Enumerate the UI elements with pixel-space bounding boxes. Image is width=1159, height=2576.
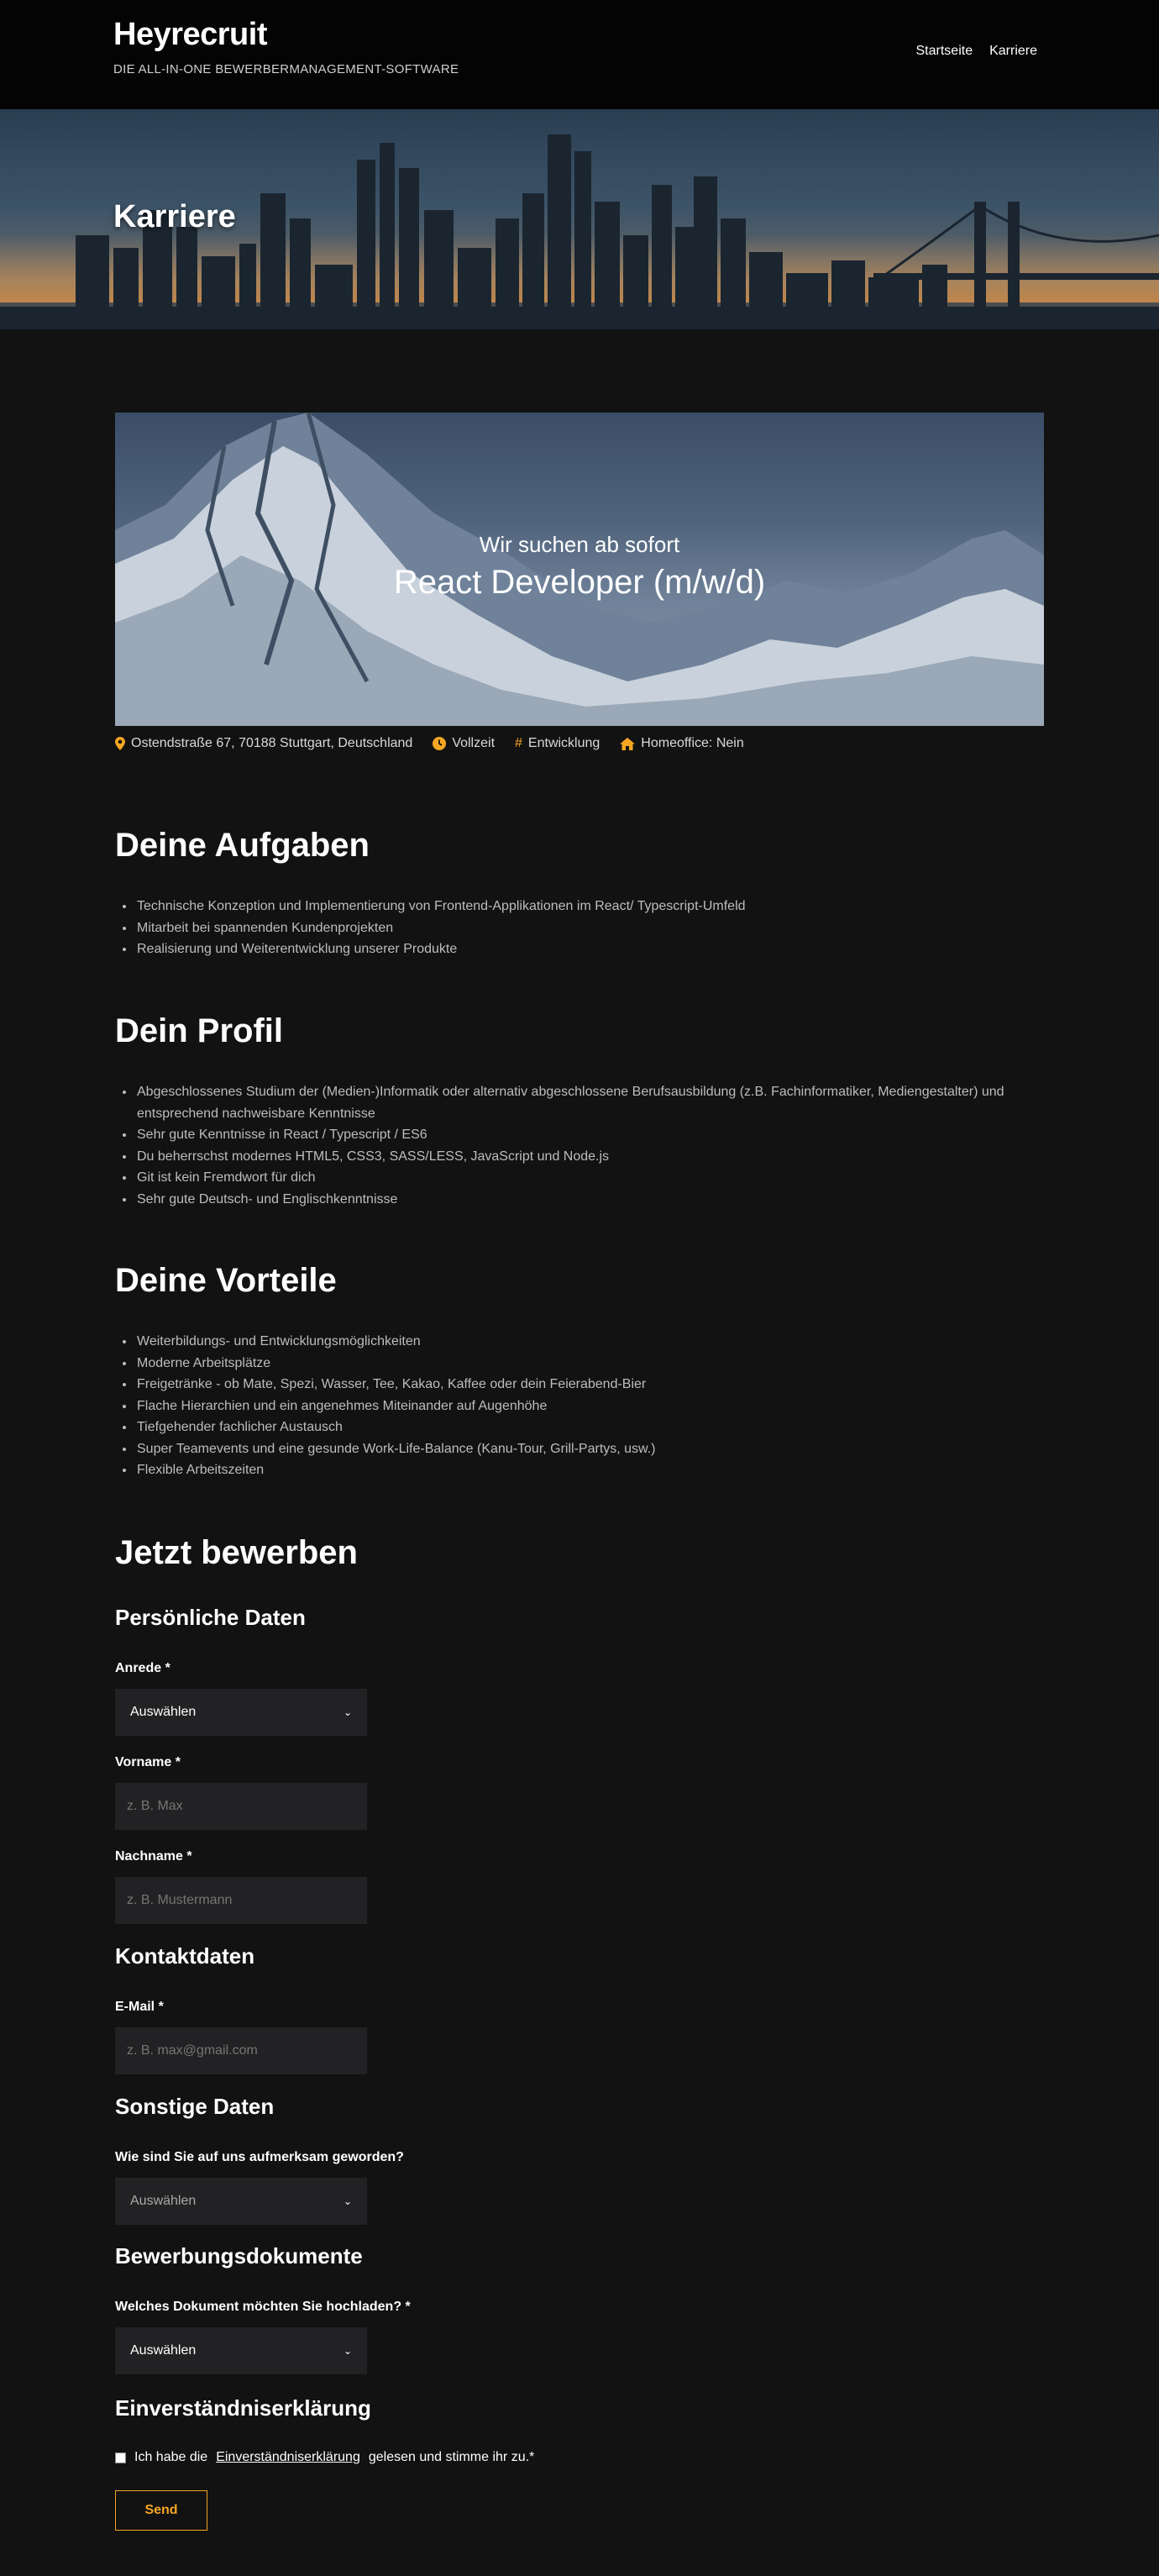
site-header: Heyrecruit DIE ALL-IN-ONE BEWERBERMANAGE… (0, 0, 1159, 109)
meta-employment-text: Vollzeit (452, 736, 496, 750)
consent-row: Ich habe die Einverständniserklärung gel… (115, 2450, 534, 2465)
meta-homeoffice: Homeoffice: Nein (620, 736, 744, 751)
site-tagline: DIE ALL-IN-ONE BEWERBERMANAGEMENT-SOFTWA… (113, 62, 459, 76)
source-label: Wie sind Sie auf uns aufmerksam geworden… (115, 2150, 404, 2164)
meta-location: Ostendstraße 67, 70188 Stuttgart, Deutsc… (115, 736, 412, 751)
list-item: Mitarbeit bei spannenden Kundenprojekten (135, 917, 1044, 939)
anrede-label: Anrede * (115, 1661, 170, 1675)
nav-karriere[interactable]: Karriere (989, 44, 1037, 59)
aufgaben-list: Technische Konzeption und Implementierun… (115, 896, 1044, 960)
nachname-label: Nachname * (115, 1849, 192, 1864)
document-value: Auswählen (130, 2343, 197, 2358)
anrede-value: Auswählen (130, 1705, 197, 1719)
chevron-down-icon: ⌄ (343, 2345, 352, 2357)
clock-icon (433, 737, 447, 750)
main-nav: Startseite Karriere (916, 44, 1038, 59)
other-data-heading: Sonstige Daten (115, 2094, 275, 2119)
list-item: Abgeschlossenes Studium der (Medien-)Inf… (135, 1081, 1031, 1124)
list-item: Super Teamevents und eine gesunde Work-L… (135, 1438, 1044, 1460)
list-item: Sehr gute Deutsch- und Englischkenntniss… (135, 1189, 1031, 1211)
meta-homeoffice-text: Homeoffice: Nein (641, 736, 744, 750)
site-logo[interactable]: Heyrecruit (113, 17, 267, 53)
document-label: Welches Dokument möchten Sie hochladen? … (115, 2300, 411, 2314)
list-item: Flache Hierarchien und ein angenehmes Mi… (135, 1396, 1044, 1417)
anrede-select[interactable]: Auswählen ⌄ (115, 1689, 367, 1736)
email-label: E-Mail * (115, 2000, 164, 2014)
vorname-label: Vorname * (115, 1755, 181, 1769)
consent-checkbox[interactable] (115, 2452, 126, 2463)
consent-suffix: gelesen und stimme ihr zu.* (368, 2450, 535, 2464)
list-item: Flexible Arbeitszeiten (135, 1459, 1044, 1481)
documents-heading: Bewerbungsdokumente (115, 2243, 363, 2268)
meta-employment: Vollzeit (433, 736, 495, 751)
hero-banner: Karriere (0, 109, 1159, 329)
meta-department-text: Entwicklung (527, 736, 600, 750)
meta-location-text: Ostendstraße 67, 70188 Stuttgart, Deutsc… (131, 736, 413, 750)
page-title: Karriere (113, 199, 236, 234)
vorname-input[interactable] (115, 1783, 367, 1830)
chevron-down-icon: ⌄ (343, 2195, 352, 2207)
banner-subtitle: Wir suchen ab sofort (479, 532, 680, 557)
source-value: Auswählen (130, 2194, 197, 2208)
list-item: Git ist kein Fremdwort für dich (135, 1167, 1031, 1189)
list-item: Moderne Arbeitsplätze (135, 1353, 1044, 1375)
send-button[interactable]: Send (115, 2490, 207, 2531)
job-title: React Developer (m/w/d) (393, 564, 766, 601)
list-item: Freigetränke - ob Mate, Spezi, Wasser, T… (135, 1374, 1044, 1396)
nav-startseite[interactable]: Startseite (916, 44, 973, 59)
email-input[interactable] (115, 2027, 367, 2074)
source-select[interactable]: Auswählen ⌄ (115, 2178, 367, 2225)
job-meta: Ostendstraße 67, 70188 Stuttgart, Deutsc… (115, 736, 744, 751)
vorteile-list: Weiterbildungs- und Entwicklungsmöglichk… (115, 1331, 1044, 1481)
contact-data-heading: Kontaktdaten (115, 1943, 255, 1969)
list-item: Du beherrschst modernes HTML5, CSS3, SAS… (135, 1146, 1031, 1168)
home-icon (620, 737, 636, 750)
job-banner: Wir suchen ab sofort React Developer (m/… (115, 413, 1044, 726)
list-item: Technische Konzeption und Implementierun… (135, 896, 1044, 917)
document-select[interactable]: Auswählen ⌄ (115, 2327, 367, 2374)
list-item: Sehr gute Kenntnisse in React / Typescri… (135, 1124, 1031, 1146)
section-title-aufgaben: Deine Aufgaben (115, 827, 370, 864)
nachname-input[interactable] (115, 1877, 367, 1924)
hash-icon: # (515, 736, 522, 750)
list-item: Weiterbildungs- und Entwicklungsmöglichk… (135, 1331, 1044, 1353)
form-title: Jetzt bewerben (115, 1534, 358, 1571)
section-title-profil: Dein Profil (115, 1012, 284, 1049)
consent-link[interactable]: Einverständniserklärung (216, 2450, 360, 2465)
map-pin-icon (115, 737, 125, 750)
section-title-vorteile: Deine Vorteile (115, 1262, 337, 1299)
chevron-down-icon: ⌄ (343, 1706, 352, 1718)
consent-prefix: Ich habe die (134, 2450, 208, 2464)
profil-list: Abgeschlossenes Studium der (Medien-)Inf… (115, 1081, 1031, 1210)
list-item: Realisierung und Weiterentwicklung unser… (135, 938, 1044, 960)
consent-heading: Einverständniserklärung (115, 2395, 371, 2421)
list-item: Tiefgehender fachlicher Austausch (135, 1417, 1044, 1438)
meta-department: # Entwicklung (515, 736, 600, 751)
personal-data-heading: Persönliche Daten (115, 1605, 306, 1630)
